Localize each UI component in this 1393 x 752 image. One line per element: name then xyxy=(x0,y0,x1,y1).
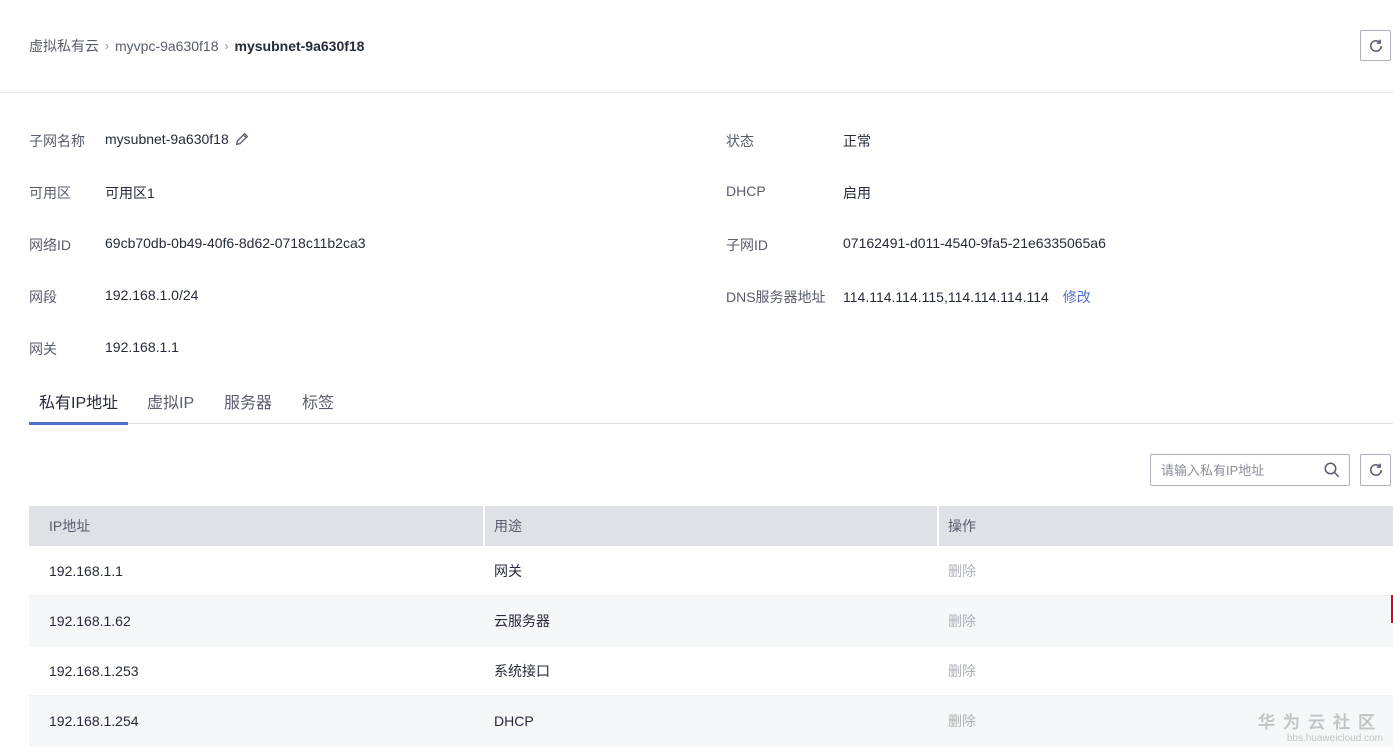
subnet-details: 子网名称 mysubnet-9a630f18 可用区 可用区1 网络ID 69c… xyxy=(0,0,1393,380)
dns-value-text: 114.114.114.115,114.114.114.114 xyxy=(843,289,1049,305)
network-id-label: 网络ID xyxy=(29,237,71,253)
subnet-id-label: 子网ID xyxy=(726,237,768,253)
cell-usage: 云服务器 xyxy=(494,612,550,629)
cell-usage: 网关 xyxy=(494,562,522,579)
table-row: 192.168.1.253 系统接口 删除 xyxy=(29,646,1393,696)
table-refresh-button[interactable] xyxy=(1360,454,1391,486)
subnet-name-value: mysubnet-9a630f18 xyxy=(105,131,250,147)
gateway-value: 192.168.1.1 xyxy=(105,339,179,355)
dns-label: DNS服务器地址 xyxy=(726,289,826,305)
column-header-usage: 用途 xyxy=(483,506,937,546)
az-value: 可用区1 xyxy=(105,185,155,201)
search-icon[interactable] xyxy=(1323,461,1341,479)
watermark-main: 华为云社区 xyxy=(1258,713,1383,732)
delete-link[interactable]: 删除 xyxy=(948,613,976,629)
table-row: 192.168.1.254 DHCP 删除 xyxy=(29,696,1393,746)
watermark: 华为云社区 bbs.huaweicloud.com xyxy=(1258,708,1383,744)
tab-virtual-ip[interactable]: 虚拟IP xyxy=(147,392,194,424)
tab-private-ip[interactable]: 私有IP地址 xyxy=(29,392,128,425)
cell-ip: 192.168.1.1 xyxy=(49,562,123,579)
cell-ip: 192.168.1.62 xyxy=(49,612,131,629)
cell-ip: 192.168.1.254 xyxy=(49,712,139,729)
cidr-value: 192.168.1.0/24 xyxy=(105,287,199,303)
tab-bar: 私有IP地址 虚拟IP 服务器 标签 xyxy=(29,392,1393,425)
ip-search-box xyxy=(1150,454,1350,486)
column-header-action: 操作 xyxy=(937,506,1393,546)
pencil-icon[interactable] xyxy=(234,131,250,147)
cidr-label: 网段 xyxy=(29,289,57,305)
table-row: 192.168.1.1 网关 删除 xyxy=(29,546,1393,596)
cell-action: 删除 xyxy=(937,661,1393,681)
az-label: 可用区 xyxy=(29,185,71,201)
dhcp-label: DHCP xyxy=(726,183,766,199)
subnet-name-label: 子网名称 xyxy=(29,133,85,149)
cell-action: 删除 xyxy=(937,561,1393,581)
tab-servers[interactable]: 服务器 xyxy=(224,392,272,424)
subnet-id-value: 07162491-d011-4540-9fa5-21e6335065a6 xyxy=(843,235,1106,251)
cell-usage: DHCP xyxy=(494,712,534,729)
network-id-value: 69cb70db-0b49-40f6-8d62-0718c11b2ca3 xyxy=(105,235,366,251)
gateway-label: 网关 xyxy=(29,341,57,357)
status-label: 状态 xyxy=(726,133,754,149)
delete-link[interactable]: 删除 xyxy=(948,563,976,579)
watermark-sub: bbs.huaweicloud.com xyxy=(1286,733,1383,744)
table-header: IP地址 用途 操作 xyxy=(29,506,1393,546)
dns-value: 114.114.114.115,114.114.114.114 修改 xyxy=(843,287,1091,307)
cell-usage: 系统接口 xyxy=(494,662,550,679)
tab-tags[interactable]: 标签 xyxy=(302,392,334,424)
status-value: 正常 xyxy=(843,133,871,149)
refresh-icon xyxy=(1369,463,1382,476)
subnet-name-text: mysubnet-9a630f18 xyxy=(105,131,229,147)
delete-link[interactable]: 删除 xyxy=(948,713,976,729)
table-row: 192.168.1.62 云服务器 删除 xyxy=(29,596,1393,646)
column-header-ip: IP地址 xyxy=(49,518,91,534)
delete-link[interactable]: 删除 xyxy=(948,663,976,679)
cell-ip: 192.168.1.253 xyxy=(49,662,139,679)
dhcp-value: 启用 xyxy=(843,185,871,201)
dns-modify-link[interactable]: 修改 xyxy=(1063,287,1091,307)
ip-search-input[interactable] xyxy=(1151,455,1321,485)
cell-action: 删除 xyxy=(937,611,1393,631)
private-ip-table: IP地址 用途 操作 192.168.1.1 网关 删除 192.168.1.6… xyxy=(29,506,1393,746)
